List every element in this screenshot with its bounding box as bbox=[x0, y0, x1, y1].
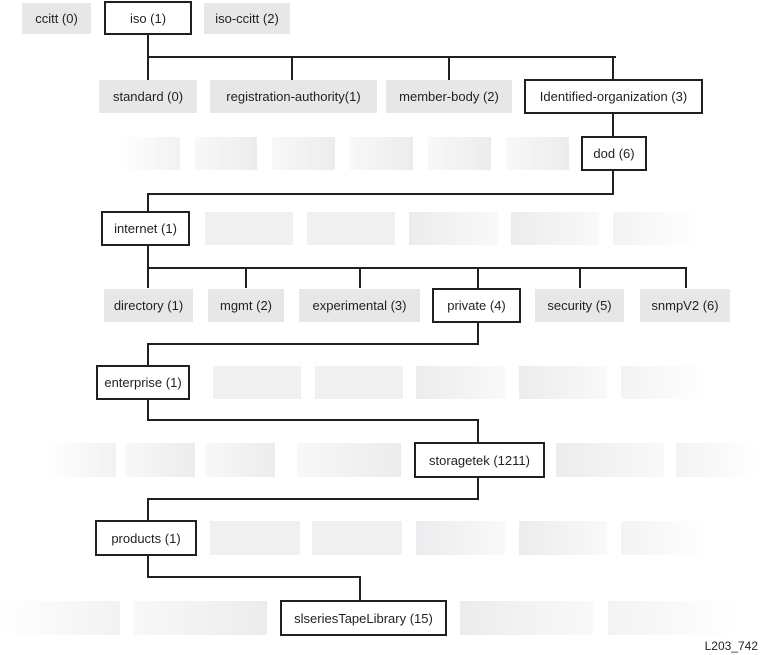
node-enterprise: enterprise (1) bbox=[96, 365, 190, 400]
connector bbox=[579, 267, 581, 288]
placeholder-node bbox=[312, 521, 402, 555]
connector bbox=[147, 343, 149, 366]
node-ccitt: ccitt (0) bbox=[22, 3, 91, 34]
connector bbox=[612, 171, 614, 195]
connector bbox=[147, 556, 149, 578]
connector bbox=[291, 56, 293, 80]
node-slseries-tape-library: slseriesTapeLibrary (15) bbox=[280, 600, 447, 636]
placeholder-node bbox=[409, 212, 498, 245]
placeholder-node bbox=[506, 137, 569, 170]
placeholder-node bbox=[134, 601, 267, 635]
node-iso-ccitt: iso-ccitt (2) bbox=[204, 3, 290, 34]
node-dod: dod (6) bbox=[581, 136, 647, 171]
placeholder-node bbox=[416, 521, 505, 555]
connector bbox=[477, 323, 479, 345]
placeholder-node bbox=[676, 443, 760, 477]
connector bbox=[685, 267, 687, 288]
node-identified-organization: Identified-organization (3) bbox=[524, 79, 703, 114]
placeholder-node bbox=[45, 443, 116, 477]
placeholder-node bbox=[307, 212, 395, 245]
node-private: private (4) bbox=[432, 288, 521, 323]
node-experimental: experimental (3) bbox=[299, 289, 420, 322]
connector bbox=[612, 56, 614, 80]
connector bbox=[147, 400, 149, 421]
connector bbox=[147, 193, 149, 212]
placeholder-node bbox=[195, 137, 257, 170]
connector bbox=[612, 114, 614, 137]
placeholder-node bbox=[205, 443, 275, 477]
connector bbox=[147, 56, 149, 80]
connector bbox=[245, 267, 247, 288]
node-internet: internet (1) bbox=[101, 211, 190, 246]
placeholder-node bbox=[213, 366, 301, 399]
connector-bus bbox=[147, 193, 614, 195]
connector bbox=[147, 498, 149, 521]
placeholder-node bbox=[519, 521, 607, 555]
connector bbox=[477, 267, 479, 288]
connector bbox=[359, 267, 361, 288]
placeholder-node bbox=[460, 601, 593, 635]
node-iso: iso (1) bbox=[104, 1, 192, 35]
node-member-body: member-body (2) bbox=[386, 80, 512, 113]
node-standard: standard (0) bbox=[99, 80, 197, 113]
connector bbox=[477, 478, 479, 500]
connector-bus bbox=[147, 267, 687, 269]
placeholder-node bbox=[621, 521, 710, 555]
placeholder-node bbox=[428, 137, 491, 170]
node-directory: directory (1) bbox=[104, 289, 193, 322]
node-products: products (1) bbox=[95, 520, 197, 556]
placeholder-node bbox=[205, 212, 293, 245]
node-security: security (5) bbox=[535, 289, 624, 322]
placeholder-node bbox=[556, 443, 664, 477]
placeholder-node bbox=[0, 601, 120, 635]
node-mgmt: mgmt (2) bbox=[208, 289, 284, 322]
connector bbox=[147, 267, 149, 288]
placeholder-node bbox=[416, 366, 505, 399]
connector bbox=[147, 246, 149, 268]
connector-bus bbox=[147, 419, 479, 421]
placeholder-node bbox=[350, 137, 413, 170]
connector-bus bbox=[147, 56, 616, 58]
node-snmpv2: snmpV2 (6) bbox=[640, 289, 730, 322]
node-storagetek: storagetek (1211) bbox=[414, 442, 545, 478]
placeholder-node bbox=[519, 366, 607, 399]
connector-bus bbox=[147, 498, 479, 500]
placeholder-node bbox=[125, 443, 195, 477]
placeholder-node bbox=[511, 212, 599, 245]
placeholder-node bbox=[613, 212, 700, 245]
placeholder-node bbox=[315, 366, 403, 399]
node-registration-authority: registration-authority(1) bbox=[210, 80, 377, 113]
connector bbox=[147, 35, 149, 58]
connector-bus bbox=[147, 576, 361, 578]
placeholder-node bbox=[272, 137, 335, 170]
placeholder-node bbox=[117, 137, 180, 170]
connector bbox=[448, 56, 450, 80]
connector bbox=[477, 419, 479, 443]
connector-bus bbox=[147, 343, 479, 345]
figure-label: L203_742 bbox=[704, 639, 758, 653]
connector bbox=[359, 576, 361, 601]
placeholder-node bbox=[608, 601, 740, 635]
placeholder-node bbox=[210, 521, 300, 555]
placeholder-node bbox=[621, 366, 710, 399]
placeholder-node bbox=[297, 443, 401, 477]
